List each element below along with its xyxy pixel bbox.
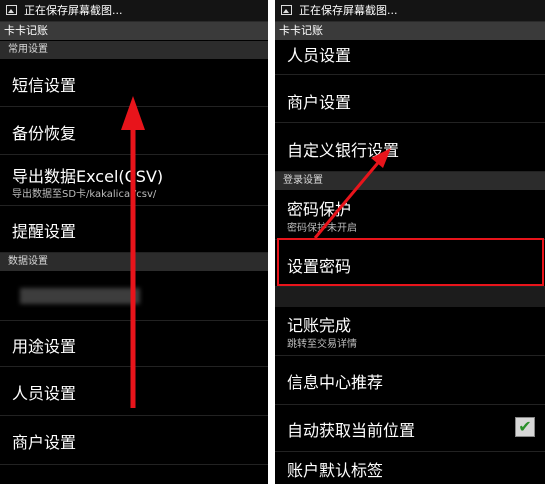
scroll-up-arrow-annotation [121,96,145,408]
arrow-head [121,96,145,130]
arrow-head [371,148,391,168]
left-screen: 正在保存屏幕截图... 卡卡记账 常用设置 短信设置 备份恢复 导出数据Exce… [0,0,268,484]
pointer-arrow-annotation [313,148,391,239]
right-screen: 正在保存屏幕截图... 卡卡记账 人员设置 商户设置 自定义银行设置 登录设置 … [275,0,545,484]
arrow-shaft [313,157,384,239]
